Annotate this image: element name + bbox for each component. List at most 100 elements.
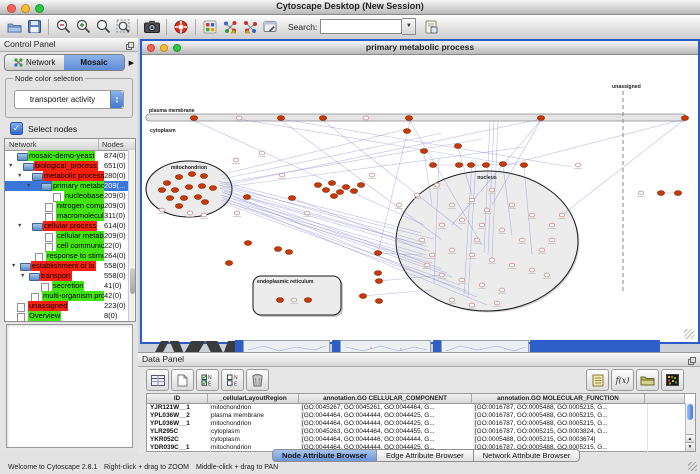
network-node-outline[interactable] bbox=[414, 193, 420, 197]
network-node-outline[interactable] bbox=[489, 258, 495, 262]
expander-icon[interactable]: ▼ bbox=[11, 263, 16, 269]
network-node[interactable] bbox=[403, 129, 410, 134]
table-scrollbar-thumb[interactable] bbox=[687, 404, 693, 420]
network-node[interactable] bbox=[375, 279, 382, 284]
network-node-outline[interactable] bbox=[449, 203, 455, 207]
expander-icon[interactable]: ▼ bbox=[8, 163, 13, 169]
network-node-outline[interactable] bbox=[279, 173, 285, 177]
window-manage-icon[interactable] bbox=[260, 17, 280, 36]
network-node[interactable] bbox=[374, 251, 381, 256]
table-cell[interactable]: mitochondrion bbox=[208, 404, 302, 412]
tree-row-transport[interactable]: ▼transport558(0) bbox=[5, 271, 135, 281]
network-node-outline[interactable] bbox=[549, 238, 555, 242]
network-node-outline[interactable] bbox=[479, 223, 485, 227]
network-node[interactable] bbox=[482, 163, 489, 168]
zoom-fit-icon[interactable] bbox=[113, 17, 133, 36]
camera-icon[interactable] bbox=[142, 17, 162, 36]
network-node-outline[interactable] bbox=[449, 298, 455, 302]
network-node-outline[interactable] bbox=[529, 268, 535, 272]
network-node[interactable] bbox=[175, 175, 182, 180]
network-node[interactable] bbox=[357, 183, 364, 188]
table-icon[interactable] bbox=[146, 369, 169, 391]
network-canvas[interactable]: plasma membranecytoplasmmitochondrionnuc… bbox=[142, 55, 694, 339]
network-node-outline[interactable] bbox=[234, 211, 240, 215]
tree-row-establishment-of-lo[interactable]: ▼establishment of lo558(0) bbox=[5, 261, 135, 271]
network-node[interactable] bbox=[190, 116, 197, 121]
network-node[interactable] bbox=[276, 298, 283, 303]
network-node-outline[interactable] bbox=[494, 301, 500, 305]
network-window-titlebar[interactable]: primary metabolic process bbox=[142, 41, 698, 55]
table-cell[interactable]: [GO:0045263, GO:0044464, GO:0044455, G..… bbox=[299, 428, 475, 436]
network-node[interactable] bbox=[243, 195, 250, 200]
table-cell[interactable]: mitochondrion bbox=[208, 420, 302, 428]
network-node-outline[interactable] bbox=[559, 213, 565, 217]
tab-network[interactable]: Network bbox=[5, 55, 64, 70]
network-node-outline[interactable] bbox=[479, 283, 485, 287]
tree-row-cellular-process[interactable]: ▼cellular process614(0) bbox=[5, 221, 135, 231]
network-node-outline[interactable] bbox=[291, 298, 297, 302]
network-node[interactable] bbox=[314, 183, 321, 188]
table-cell[interactable]: [GO:0016787, GO:0005488, GO:0005215, G..… bbox=[472, 420, 648, 428]
network-node-outline[interactable] bbox=[424, 263, 430, 267]
document-search-icon[interactable] bbox=[421, 17, 441, 36]
table-scrollbar[interactable]: ▲ ▼ bbox=[685, 403, 695, 451]
network-node-outline[interactable] bbox=[396, 203, 402, 207]
network-node[interactable] bbox=[499, 162, 506, 167]
network-node-outline[interactable] bbox=[499, 288, 505, 292]
network-node[interactable] bbox=[194, 195, 201, 200]
table-cell[interactable]: YPL036W__1 bbox=[147, 420, 211, 428]
scroll-down-icon[interactable]: ▼ bbox=[686, 442, 694, 451]
table-cell[interactable]: [GO:0016787, GO:0005215, GO:0003824, G..… bbox=[472, 428, 648, 436]
tree-row-secretion[interactable]: secretion41(0) bbox=[5, 281, 135, 291]
network-node-outline[interactable] bbox=[363, 116, 369, 120]
network-node[interactable] bbox=[674, 191, 681, 196]
tree-row-cell-communicat[interactable]: cell communicat22(0) bbox=[5, 241, 135, 251]
network-node[interactable] bbox=[322, 188, 329, 193]
network-node-outline[interactable] bbox=[187, 211, 193, 215]
tree-row-multi-organism-pro[interactable]: multi-organism pro42(0) bbox=[5, 291, 135, 301]
network-node[interactable] bbox=[288, 196, 295, 201]
notes-icon[interactable] bbox=[586, 369, 609, 391]
table-cell[interactable]: [GO:0044464, GO:0044444, GO:0044425, G..… bbox=[299, 420, 475, 428]
network-node[interactable] bbox=[201, 200, 208, 205]
network-layout-icon-1[interactable] bbox=[220, 17, 240, 36]
function-icon[interactable]: f(x) bbox=[611, 369, 634, 391]
table-cell[interactable]: plasma membrane bbox=[208, 412, 302, 420]
table-cell[interactable]: YJR121W__1 bbox=[147, 404, 211, 412]
network-node-outline[interactable] bbox=[549, 223, 555, 227]
network-node-outline[interactable] bbox=[509, 203, 515, 207]
table-column-header[interactable]: _cellularLayoutRegion bbox=[208, 394, 299, 404]
network-node-outline[interactable] bbox=[529, 213, 535, 217]
table-cell[interactable]: [GO:0005488, GO:0005215, GO:0003674] bbox=[472, 436, 648, 444]
network-node[interactable] bbox=[429, 163, 436, 168]
network-node[interactable] bbox=[375, 299, 382, 304]
network-node-outline[interactable] bbox=[484, 208, 490, 212]
table-cell[interactable]: cytoplasm bbox=[208, 428, 302, 436]
tree-row-nucleobase-co[interactable]: nucleobase-co209(0) bbox=[5, 191, 135, 201]
network-window[interactable]: primary metabolic process plasma membran… bbox=[140, 39, 700, 344]
lifebuoy-icon[interactable] bbox=[171, 17, 191, 36]
tree-row-response-to-stimul[interactable]: response to stimul264(0) bbox=[5, 251, 135, 261]
network-node-outline[interactable] bbox=[259, 151, 265, 155]
network-node[interactable] bbox=[285, 250, 292, 255]
table-column-header[interactable]: ID bbox=[147, 394, 208, 404]
network-node-outline[interactable] bbox=[469, 253, 475, 257]
table-cell[interactable]: [GO:0044464, GO:0044444, GO:0044425, G..… bbox=[299, 412, 475, 420]
network-node-outline[interactable] bbox=[236, 116, 242, 120]
network-node-outline[interactable] bbox=[469, 198, 475, 202]
network-node[interactable] bbox=[180, 196, 187, 201]
network-layout-icon-2[interactable] bbox=[240, 17, 260, 36]
table-cell[interactable]: YLR295C bbox=[147, 428, 211, 436]
network-node[interactable] bbox=[454, 144, 461, 149]
new-document-icon[interactable] bbox=[171, 369, 194, 391]
network-node[interactable] bbox=[225, 261, 232, 266]
network-node[interactable] bbox=[405, 116, 412, 121]
search-input[interactable] bbox=[320, 19, 402, 34]
network-node[interactable] bbox=[328, 181, 335, 186]
network-node-outline[interactable] bbox=[449, 248, 455, 252]
open-icon[interactable] bbox=[4, 17, 24, 36]
network-node[interactable] bbox=[188, 172, 195, 177]
network-node-outline[interactable] bbox=[459, 278, 465, 282]
tree-row-biological-process[interactable]: ▼biological_process651(0) bbox=[5, 161, 135, 171]
tree-row-nitrogen-compo[interactable]: nitrogen compo209(0) bbox=[5, 201, 135, 211]
